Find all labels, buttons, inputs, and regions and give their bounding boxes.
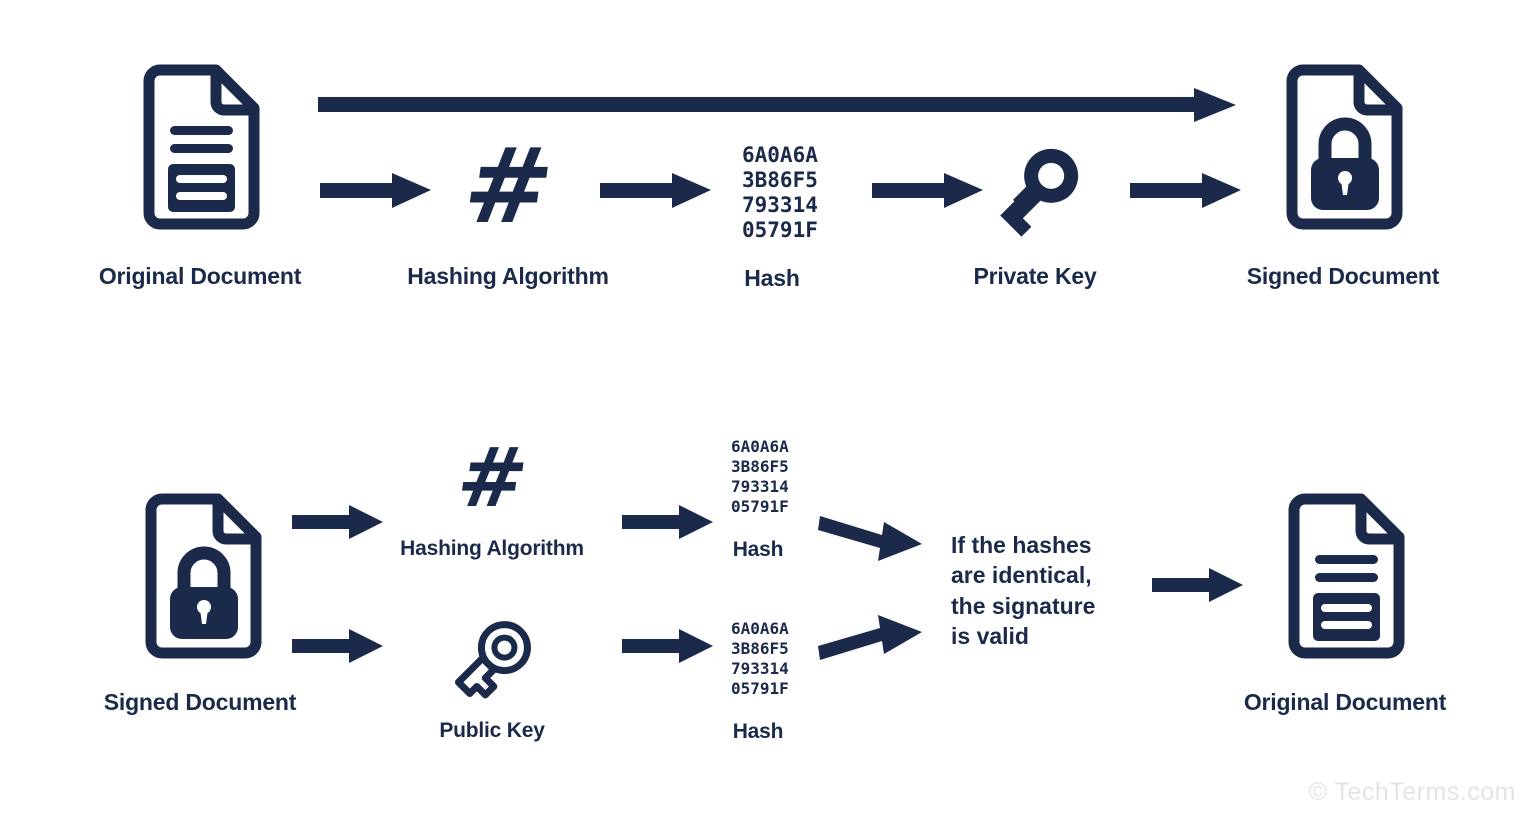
original-document-icon-verification [1283,493,1408,659]
arrow-hashing-to-hash-verification [622,505,714,539]
arrow-hash-top-to-conclusion [818,512,924,566]
signed-document-label: Signed Document [1246,263,1440,289]
hashing-algorithm-label: Hashing Algorithm [407,263,609,289]
hash-label-verification-bottom: Hash [732,720,784,743]
conclusion-text: If the hashes are identical, the signatu… [951,532,1096,650]
watermark: © TechTerms.com [1308,778,1516,806]
hashing-algorithm-icon: # [456,125,561,247]
original-document-icon [138,64,263,230]
original-document-label-verification: Original Document [1243,689,1447,715]
arrow-hash-bottom-to-conclusion [818,610,924,664]
arrow-signed-to-public-key [292,629,384,663]
private-key-icon [985,140,1089,240]
arrow-document-to-hashing [320,172,432,208]
arrow-conclusion-to-original [1152,568,1244,602]
arrow-hashing-to-hash [600,172,712,208]
hashing-algorithm-icon-verification: # [451,431,534,526]
arrow-public-key-to-hash [622,629,714,663]
arrow-private-key-to-signed [1130,172,1242,208]
hashing-algorithm-label-verification: Hashing Algorithm [400,537,584,560]
public-key-icon [443,615,539,707]
hash-value-signing: 6A0A6A 3B86F5 793314 05791F [742,143,818,242]
signed-document-label-verification: Signed Document [103,689,297,715]
public-key-label: Public Key [439,719,545,742]
digital-signature-diagram: Original Document # Hashing Algorithm 6A… [0,0,1540,821]
signed-document-icon-verification [140,493,265,659]
hash-value-verification-top: 6A0A6A 3B86F5 793314 05791F [731,437,789,516]
arrow-hash-to-private-key [872,172,984,208]
arrow-original-to-signed [318,88,1238,122]
hash-value-verification-bottom: 6A0A6A 3B86F5 793314 05791F [731,619,789,698]
arrow-signed-to-hashing [292,505,384,539]
signed-document-icon [1281,64,1406,230]
